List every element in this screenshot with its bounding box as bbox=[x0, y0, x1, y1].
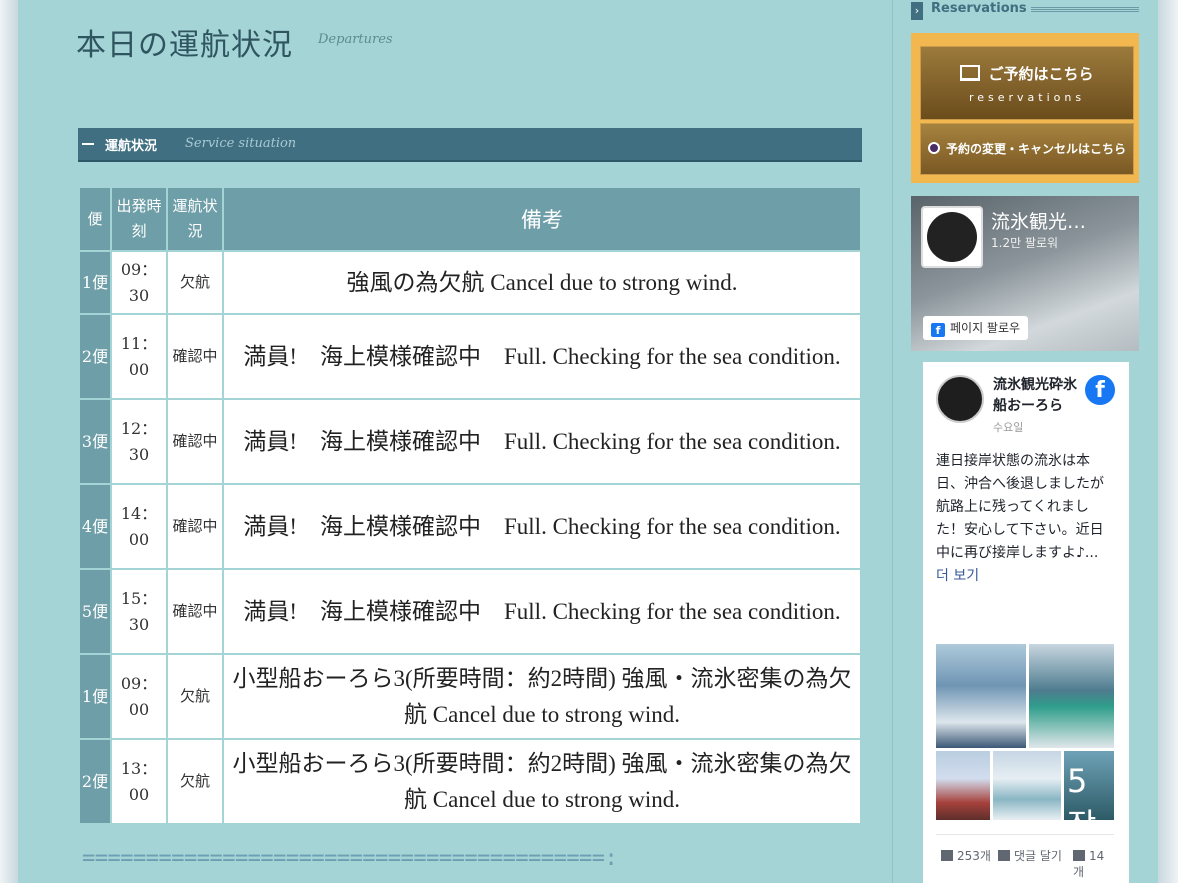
cell-note: 小型船おーろら3(所要時間：約2時間) 強風・流氷密集の為欠航 Cancel d… bbox=[222, 738, 862, 825]
section-header: 運航状況 Service situation bbox=[78, 128, 862, 162]
comment-label: 댓글 달기 bbox=[1014, 849, 1062, 863]
cell-note: 小型船おーろら3(所要時間：約2時間) 強風・流氷密集の為欠航 Cancel d… bbox=[222, 653, 862, 740]
section-label: 運航状況 bbox=[105, 139, 158, 154]
heading-rule bbox=[1031, 6, 1139, 12]
table-row: 5便 15：30 確認中 満員! 海上模様確認中 Full. Checking … bbox=[78, 568, 862, 655]
cell-state: 欠航 bbox=[166, 738, 224, 825]
post-photo[interactable] bbox=[993, 751, 1061, 820]
post-divider bbox=[936, 834, 1114, 835]
post-photo[interactable] bbox=[1029, 644, 1114, 748]
bullet-icon bbox=[928, 142, 940, 154]
post-text: 連日接岸状態の流氷は本日、沖合へ後退しましたが航路上に残ってくれました！安心して… bbox=[936, 450, 1114, 588]
post-photo[interactable] bbox=[936, 644, 1026, 748]
cell-num: 4便 bbox=[78, 483, 112, 570]
see-more-link[interactable]: 더 보기 bbox=[936, 568, 979, 584]
reservations-heading: › Reservations bbox=[911, 0, 1139, 20]
table-row: 3便 12：30 確認中 満員! 海上模様確認中 Full. Checking … bbox=[78, 398, 862, 485]
table-row: 2便 11：00 確認中 満員! 海上模様確認中 Full. Checking … bbox=[78, 313, 862, 400]
change-cancel-button[interactable]: 予約の変更・キャンセルはこちら bbox=[920, 123, 1134, 175]
cell-num: 2便 bbox=[78, 738, 112, 825]
cell-num: 2便 bbox=[78, 313, 112, 400]
reserve-button-sublabel: reservations bbox=[968, 91, 1086, 104]
table-row: 2便 13：00 欠航 小型船おーろら3(所要時間：約2時間) 強風・流氷密集の… bbox=[78, 738, 862, 825]
like-button[interactable]: 253개 bbox=[941, 848, 991, 864]
follow-page-label: 페이지 팔로우 bbox=[950, 321, 1021, 335]
avatar[interactable] bbox=[936, 375, 984, 423]
cell-num: 3便 bbox=[78, 398, 112, 485]
left-background bbox=[0, 0, 18, 883]
post-date[interactable]: 수요일 bbox=[993, 419, 1023, 435]
cell-note: 強風の為欠航 Cancel due to strong wind. bbox=[222, 250, 862, 315]
thumbs-up-icon bbox=[941, 850, 953, 861]
cell-state: 欠航 bbox=[166, 653, 224, 740]
divider-line: ========================================… bbox=[82, 846, 618, 871]
header-state: 運航状況 bbox=[166, 186, 224, 252]
facebook-icon: f bbox=[1085, 375, 1115, 405]
cell-time: 09：00 bbox=[110, 653, 168, 740]
main-content: 本日の運航状況 Departures 運航状況 Service situatio… bbox=[18, 0, 893, 883]
header-num: 便 bbox=[78, 186, 112, 252]
table-row: 1便 09：30 欠航 強風の為欠航 Cancel due to strong … bbox=[78, 250, 862, 315]
like-count: 253개 bbox=[957, 849, 991, 863]
chevron-right-icon: › bbox=[911, 2, 923, 20]
cell-time: 09：30 bbox=[110, 250, 168, 315]
cell-time: 11：00 bbox=[110, 313, 168, 400]
share-icon bbox=[1073, 850, 1085, 861]
facebook-post: 流氷観光砕氷船おーろら 수요일 f 連日接岸状態の流氷は本日、沖合へ後退しました… bbox=[923, 362, 1129, 883]
reservation-panel: ご予約はこちら reservations 予約の変更・キャンセルはこちら bbox=[911, 33, 1139, 183]
cell-note: 満員! 海上模様確認中 Full. Checking for the sea c… bbox=[222, 398, 862, 485]
comment-button[interactable]: 댓글 달기 bbox=[998, 848, 1062, 864]
cell-time: 15：30 bbox=[110, 568, 168, 655]
page-subtitle: Departures bbox=[318, 32, 393, 47]
reserve-button-label-row: ご予約はこちら bbox=[921, 63, 1133, 84]
comment-icon bbox=[998, 850, 1010, 861]
table-row: 1便 09：00 欠航 小型船おーろら3(所要時間：約2時間) 強風・流氷密集の… bbox=[78, 653, 862, 740]
cell-note: 満員! 海上模様確認中 Full. Checking for the sea c… bbox=[222, 313, 862, 400]
sidebar: › Reservations ご予約はこちら reservations 予約の変… bbox=[911, 0, 1139, 883]
follow-page-button[interactable]: f 페이지 팔로우 bbox=[923, 316, 1029, 340]
cell-state: 確認中 bbox=[166, 398, 224, 485]
facebook-page-cover[interactable]: 流氷観光… 1.2만 팔로워 f 페이지 팔로우 bbox=[911, 196, 1139, 351]
post-photo-more[interactable]: 5장 bbox=[1064, 751, 1114, 844]
cell-time: 12：30 bbox=[110, 398, 168, 485]
cell-note: 満員! 海上模様確認中 Full. Checking for the sea c… bbox=[222, 568, 862, 655]
cell-num: 1便 bbox=[78, 250, 112, 315]
cell-note: 満員! 海上模様確認中 Full. Checking for the sea c… bbox=[222, 483, 862, 570]
reserve-button-label: ご予約はこちら bbox=[988, 65, 1094, 83]
right-background bbox=[1158, 0, 1178, 883]
cell-state: 確認中 bbox=[166, 313, 224, 400]
section-dash bbox=[82, 143, 94, 145]
fb-page-name[interactable]: 流氷観光… bbox=[991, 207, 1086, 234]
cell-num: 1便 bbox=[78, 653, 112, 740]
section-sublabel: Service situation bbox=[185, 136, 297, 151]
header-note: 備考 bbox=[222, 186, 862, 252]
fb-followers: 1.2만 팔로워 bbox=[991, 236, 1059, 250]
table-header-row: 便 出発時刻 運航状況 備考 bbox=[78, 186, 862, 252]
change-cancel-label: 予約の変更・キャンセルはこちら bbox=[946, 142, 1127, 156]
ship-logo-icon bbox=[927, 212, 977, 262]
cell-state: 確認中 bbox=[166, 568, 224, 655]
reservations-heading-label: Reservations bbox=[931, 1, 1027, 16]
post-author[interactable]: 流氷観光砕氷船おーろら bbox=[993, 375, 1089, 417]
cell-state: 欠航 bbox=[166, 250, 224, 315]
page: 本日の運航状況 Departures 運航状況 Service situatio… bbox=[18, 0, 1158, 883]
reserve-button[interactable]: ご予約はこちら reservations bbox=[920, 46, 1134, 120]
page-logo[interactable] bbox=[921, 206, 983, 268]
laptop-icon bbox=[960, 65, 981, 81]
post-body: 連日接岸状態の流氷は本日、沖合へ後退しましたが航路上に残ってくれました！安心して… bbox=[936, 453, 1104, 561]
page-title: 本日の運航状況 bbox=[76, 28, 293, 63]
cell-time: 14：00 bbox=[110, 483, 168, 570]
service-status-table: 便 出発時刻 運航状況 備考 1便 09：30 欠航 強風の為欠航 Cancel… bbox=[78, 186, 862, 825]
post-photo[interactable] bbox=[936, 751, 990, 820]
cell-state: 確認中 bbox=[166, 483, 224, 570]
facebook-f-icon: f bbox=[931, 323, 945, 337]
table-row: 4便 14：00 確認中 満員! 海上模様確認中 Full. Checking … bbox=[78, 483, 862, 570]
cell-num: 5便 bbox=[78, 568, 112, 655]
share-button[interactable]: 14개 bbox=[1073, 848, 1114, 880]
header-time: 出発時刻 bbox=[110, 186, 168, 252]
cell-time: 13：00 bbox=[110, 738, 168, 825]
